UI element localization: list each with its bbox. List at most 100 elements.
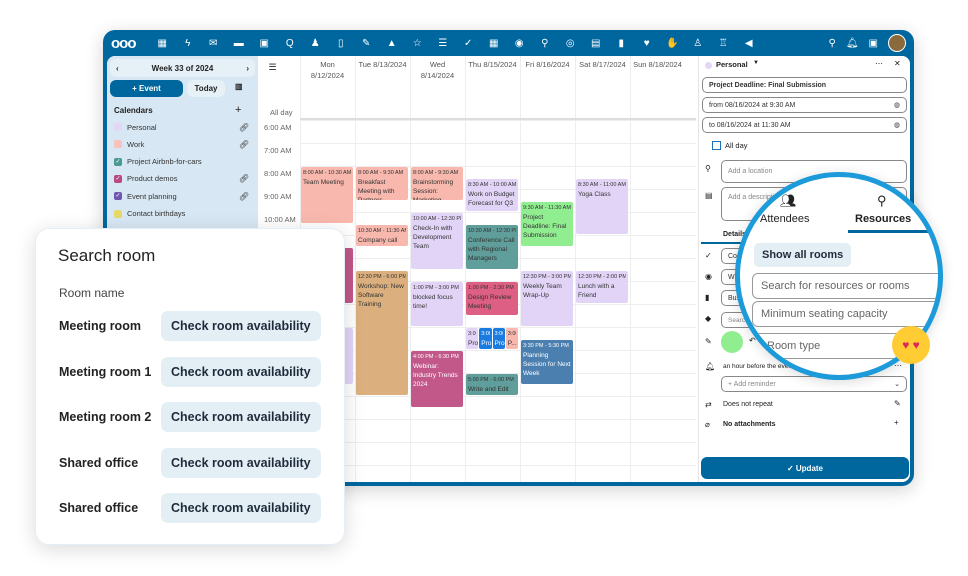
talk-icon[interactable]: Q — [277, 38, 303, 49]
day-header[interactable]: Sun 8/18/2024 — [630, 59, 685, 70]
calendar-icon[interactable]: ▯ — [328, 38, 354, 49]
end-date-input[interactable]: to 08/16/2024 at 11:30 AM ◍ — [702, 117, 907, 133]
notes-icon[interactable]: ✎ — [354, 38, 380, 49]
calendar-event[interactable]: 5:00 PM - 6:00 PM Write and Edit Blog Pos… — [466, 374, 518, 395]
announcements-icon[interactable]: ◀ — [736, 38, 762, 49]
check-availability-button[interactable]: Check room availability — [161, 447, 321, 478]
calendar-checkbox[interactable]: ✓ — [114, 174, 122, 183]
calendar-event[interactable]: 1:00 PM - 3:00 PM blocked focus time! — [411, 282, 463, 326]
maps-icon[interactable]: ⚲ — [532, 38, 558, 49]
calendar-event[interactable]: 8:00 AM - 9:30 AM Breakfast Meeting with … — [356, 167, 408, 200]
view-switch-icon[interactable]: ▥ — [235, 82, 243, 91]
calendar-event[interactable]: 8:30 AM - 11:00 AM Yoga Class — [576, 178, 628, 234]
dashboard-icon[interactable]: ◎ — [558, 38, 584, 49]
mail-icon[interactable]: ✉ — [201, 38, 227, 49]
health-icon[interactable]: ♥ — [634, 38, 660, 49]
calendar-event[interactable]: 3:30 PM - 5:30 PM Planning Session for Ne… — [521, 339, 573, 384]
calendar-event[interactable]: 8:00 AM - 9:30 AM Brainstorming Session: … — [411, 167, 463, 200]
add-attachment-icon[interactable]: + — [894, 418, 899, 427]
check-availability-button[interactable]: Check room availability — [161, 311, 321, 341]
calendar-item[interactable]: ✓ Project Airbnb-for-cars — [114, 155, 249, 169]
start-date-input[interactable]: from 08/16/2024 at 9:30 AM ◍ — [702, 97, 907, 113]
update-button[interactable]: ✓ Update — [701, 457, 909, 479]
calendar-checkbox[interactable] — [114, 123, 122, 131]
more-icon[interactable]: ⋯ — [875, 59, 883, 68]
contacts-menu-icon[interactable]: ▣ — [869, 38, 878, 49]
seating-capacity-input[interactable]: Minimum seating capacity — [752, 301, 938, 327]
day-header[interactable]: Tue 8/13/2024 — [355, 59, 410, 70]
calendar-event[interactable]: 12:30 PM - 3:00 PM Weekly Team Wrap-Up — [521, 270, 573, 326]
contacts-icon[interactable]: ♟ — [303, 38, 329, 49]
photos-icon[interactable]: ▣ — [252, 38, 278, 49]
hand-icon[interactable]: ✋ — [660, 38, 686, 49]
new-event-button[interactable]: + Event — [110, 80, 183, 97]
assistant-icon[interactable]: ♖ — [711, 38, 737, 49]
calendar-event[interactable]: 8:00 AM - 10:30 AM Team Meeting — [301, 167, 353, 223]
day-header[interactable]: Mon 8/12/2024 — [300, 59, 355, 81]
share-link-icon[interactable]: 🔗︎ — [239, 192, 249, 201]
calendar-event[interactable]: 10:30 AM - 12:30 PM Conference Call with … — [466, 224, 518, 269]
calendar-event[interactable]: 12:30 PM - 6:00 PM Workshop: New Software… — [356, 270, 408, 395]
calendar-event[interactable]: 3:00 Pro the — [466, 328, 479, 349]
resource-search-input[interactable]: Search for resources or rooms — [752, 273, 938, 299]
files-icon[interactable]: ▬ — [226, 38, 252, 49]
share-link-icon[interactable]: 🔗︎ — [239, 123, 249, 132]
calendar-select[interactable]: Personal — [716, 60, 748, 69]
forms-icon[interactable]: ◉ — [507, 38, 533, 49]
user-icon[interactable]: ♙ — [685, 38, 711, 49]
today-button[interactable]: Today — [187, 80, 225, 97]
calendar-item[interactable]: Work 🔗︎ — [114, 137, 249, 151]
next-week-button[interactable]: › — [246, 64, 249, 73]
transit-icon[interactable]: ▤ — [583, 38, 609, 49]
day-header[interactable]: Sat 8/17/2024 — [575, 59, 630, 70]
deck-icon[interactable]: ▲ — [379, 38, 405, 49]
tables-icon[interactable]: ▦ — [481, 38, 507, 49]
calendar-item[interactable]: ✓ Event planning 🔗︎ — [114, 189, 249, 203]
calendar-item[interactable]: ✓ Product demos 🔗︎ — [114, 172, 249, 186]
calendar-event[interactable]: 3:00 Pro the — [492, 328, 505, 349]
notifications-icon[interactable]: 🔔︎ — [846, 38, 859, 49]
calendar-event[interactable]: 1:00 PM - 2:30 PM Design Review Meeting — [466, 282, 518, 315]
close-icon[interactable]: ✕ — [894, 59, 901, 68]
add-reminder-select[interactable]: + Add reminder ⌄ — [721, 376, 907, 392]
collapse-sidebar-icon[interactable]: ☰ — [264, 59, 281, 76]
avatar[interactable] — [888, 34, 906, 52]
share-link-icon[interactable]: 🔗︎ — [239, 140, 249, 149]
calendar-event[interactable]: 8:30 AM - 10:00 AM Work on Budget Forecas… — [466, 178, 518, 211]
event-title-input[interactable]: Project Deadline: Final Submission — [702, 77, 907, 93]
calendar-event[interactable]: 10:00 AM - 12:30 PM Check-In with Develop… — [411, 213, 463, 269]
calendar-item[interactable]: Personal 🔗︎ — [114, 120, 249, 134]
calendar-event[interactable]: 3:00 P... K — [505, 328, 518, 349]
calendar-event[interactable]: 9:30 AM - 11:30 AM Project Deadline: Fina… — [521, 201, 573, 246]
calendar-event[interactable]: 4:00 PM - 6:30 PM Webinar: Industry Trend… — [411, 351, 463, 407]
calendar-event[interactable]: 10:30 AM - 11:30 AM Company call — [356, 224, 408, 246]
bag-icon[interactable]: ▮ — [609, 38, 635, 49]
timezone-icon[interactable]: ◍ — [894, 121, 900, 129]
day-header[interactable]: Fri 8/16/2024 — [520, 59, 575, 70]
chevron-down-icon[interactable]: ▼ — [753, 60, 759, 66]
day-header[interactable]: Thu 8/15/2024 — [465, 59, 520, 70]
add-calendar-button[interactable]: + — [235, 104, 241, 116]
calendar-checkbox[interactable]: ✓ — [114, 157, 122, 166]
check-availability-button[interactable]: Check room availability — [161, 356, 321, 387]
apps-icon[interactable]: ▦ — [150, 38, 176, 49]
all-day-checkbox[interactable] — [712, 141, 721, 150]
calendar-item[interactable]: Contact birthdays — [114, 207, 249, 221]
show-all-rooms-button[interactable]: Show all rooms — [754, 243, 852, 267]
share-link-icon[interactable]: 🔗︎ — [239, 174, 249, 183]
edit-repeat-icon[interactable]: ✎ — [894, 399, 901, 408]
bookmarks-icon[interactable]: ☆ — [405, 38, 431, 49]
check-availability-button[interactable]: Check room availability — [161, 493, 321, 523]
timezone-icon[interactable]: ◍ — [894, 101, 900, 109]
event-color-swatch[interactable] — [721, 331, 743, 353]
nextcloud-logo[interactable]: ooo — [111, 35, 136, 52]
calendar-event[interactable]: 12:30 PM - 2:00 PM Lunch with a Friend — [576, 270, 628, 303]
activity-icon[interactable]: ϟ — [175, 38, 201, 49]
calendar-checkbox[interactable] — [114, 140, 122, 149]
calendar-event[interactable]: 3:00 Pro Kick — [479, 328, 492, 349]
search-icon[interactable]: ⚲ — [829, 38, 836, 49]
checkmark-icon[interactable]: ✓ — [456, 38, 482, 49]
prev-week-button[interactable]: ‹ — [116, 64, 119, 73]
day-header[interactable]: Wed 8/14/2024 — [410, 59, 465, 81]
calendar-checkbox[interactable] — [114, 209, 122, 218]
